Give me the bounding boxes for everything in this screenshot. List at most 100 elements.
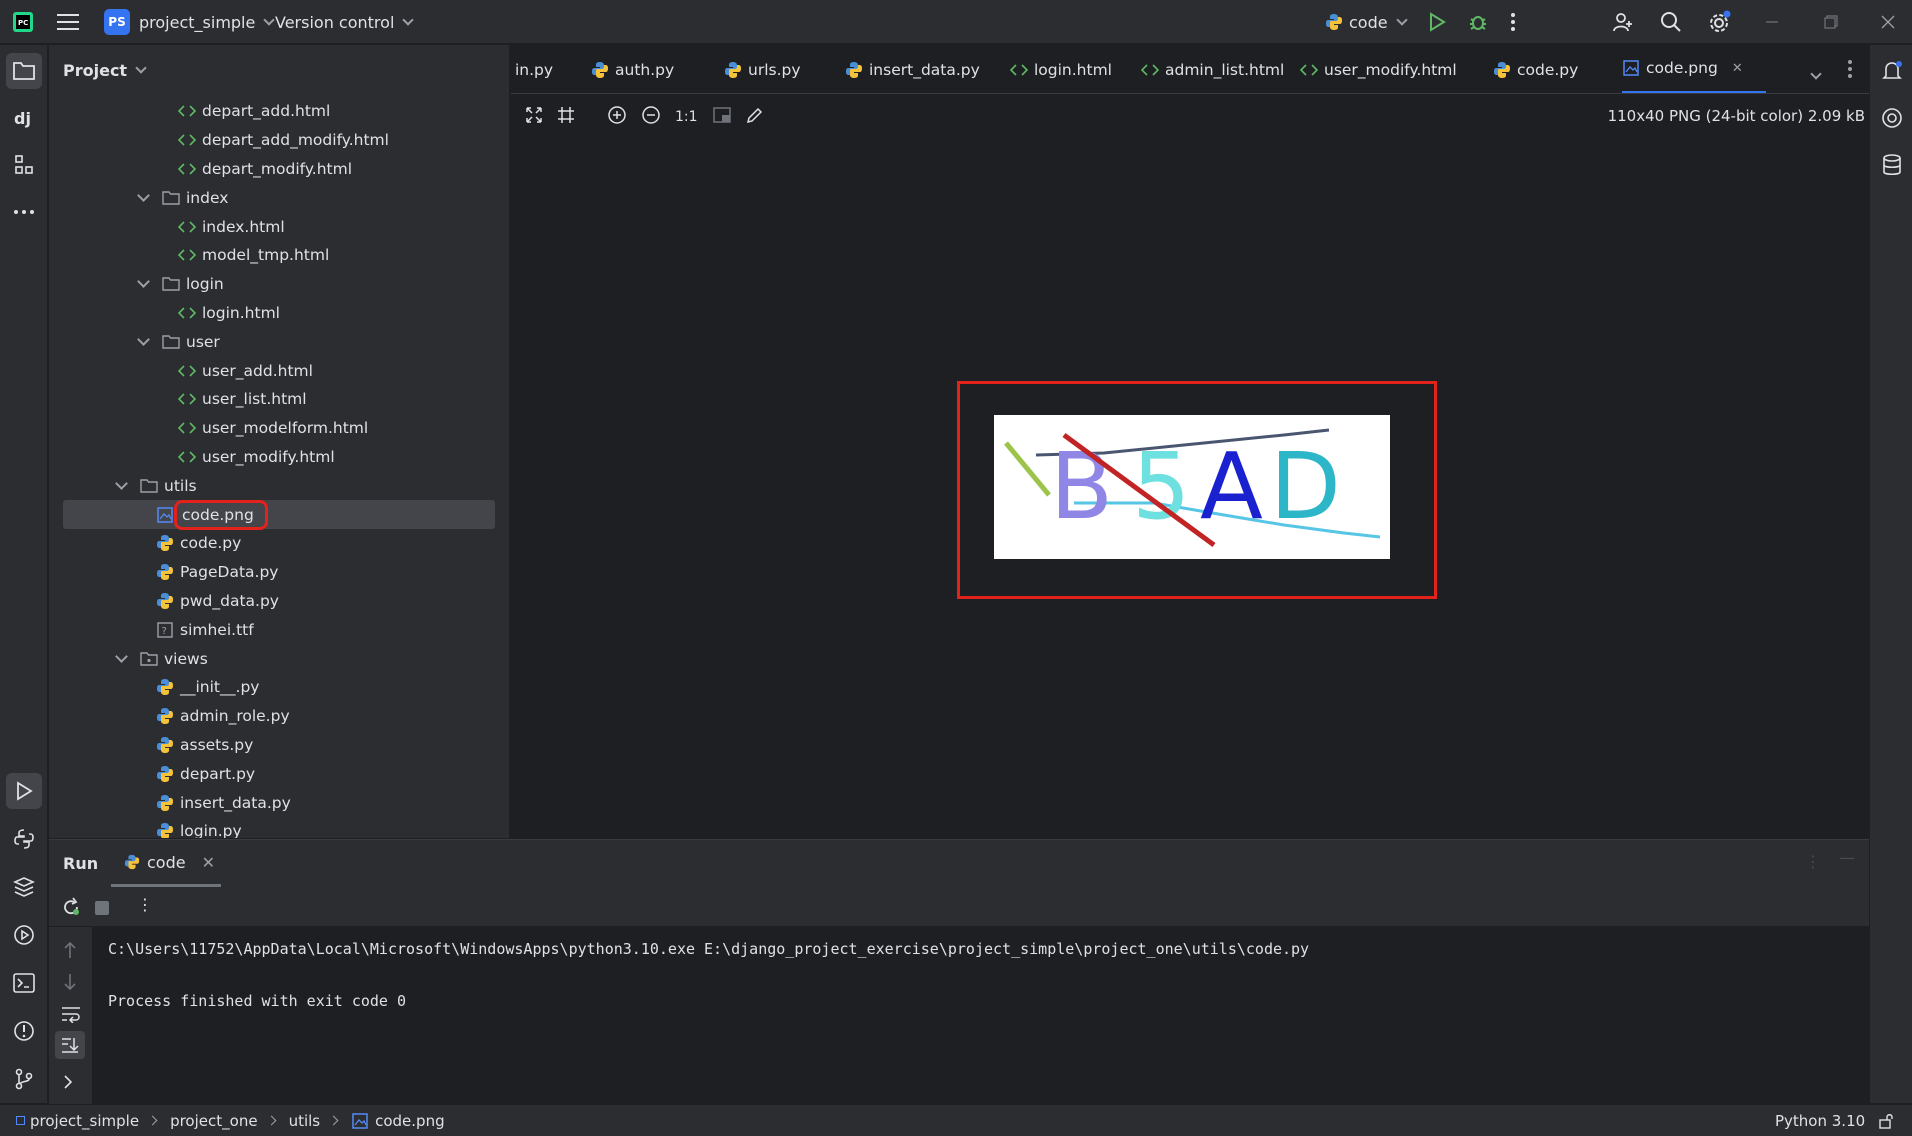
tree-item[interactable]: depart_add.html <box>49 97 495 126</box>
expand-arrow-icon[interactable] <box>137 332 150 346</box>
editor-tab[interactable]: code.py <box>1493 45 1578 93</box>
expand-arrow-icon[interactable] <box>115 476 128 490</box>
restore-window-icon[interactable] <box>1824 0 1838 44</box>
rerun-icon[interactable] <box>61 897 81 921</box>
expand-arrow-icon[interactable] <box>137 188 150 202</box>
project-switcher[interactable]: PS project_simple <box>104 0 276 44</box>
grid-icon[interactable] <box>557 106 575 128</box>
settings-gear-icon[interactable] <box>1707 0 1731 44</box>
more-tools-icon[interactable] <box>6 194 42 230</box>
tree-item[interactable]: depart_modify.html <box>49 155 495 184</box>
lock-icon[interactable] <box>1878 1113 1894 1133</box>
tree-item[interactable]: index <box>49 183 495 212</box>
breadcrumb-item[interactable]: code.png <box>351 1112 445 1130</box>
tree-item[interactable]: views <box>49 644 495 673</box>
minimize-panel-icon[interactable]: — <box>1839 848 1855 867</box>
editor-tab[interactable]: in.py <box>515 45 553 93</box>
editor-tab[interactable]: auth.py <box>591 45 674 93</box>
close-icon[interactable]: ✕ <box>1732 61 1743 76</box>
debug-button[interactable] <box>1468 0 1488 44</box>
tree-item[interactable]: login.py <box>49 817 495 838</box>
python-packages-icon[interactable] <box>6 869 42 905</box>
scroll-to-end-icon[interactable] <box>55 1031 85 1059</box>
services-icon[interactable] <box>6 917 42 953</box>
tree-item[interactable]: depart.py <box>49 759 495 788</box>
django-structure-icon[interactable]: dj <box>6 100 42 136</box>
tree-item[interactable]: user_modelform.html <box>49 414 495 443</box>
run-panel-options-icon[interactable]: ⋮ <box>1805 852 1821 871</box>
tree-item[interactable]: pwd_data.py <box>49 587 495 616</box>
tree-item[interactable]: user <box>49 327 495 356</box>
version-control-menu[interactable]: Version control <box>275 0 415 44</box>
editor-tab[interactable]: user_modify.html <box>1300 45 1457 93</box>
python-file-icon <box>845 61 863 79</box>
project-tool-icon[interactable] <box>6 53 42 89</box>
breadcrumb-item[interactable]: utils <box>289 1112 321 1130</box>
actual-size-button[interactable]: 1:1 <box>675 109 698 125</box>
tree-item[interactable]: code.py <box>49 529 495 558</box>
run-tab-code[interactable]: code ✕ <box>111 840 221 887</box>
console-output[interactable]: C:\Users\11752\AppData\Local\Microsoft\W… <box>108 936 1309 1014</box>
color-picker-icon[interactable] <box>746 106 764 128</box>
tree-item[interactable]: PageData.py <box>49 558 495 587</box>
zoom-out-icon[interactable] <box>641 105 661 129</box>
scroll-down-icon[interactable] <box>62 973 78 995</box>
editor-tab[interactable]: login.html <box>1010 45 1112 93</box>
terminal-icon[interactable] <box>6 965 42 1001</box>
tree-item[interactable]: assets.py <box>49 731 495 760</box>
tabs-more-icon[interactable] <box>1847 59 1853 83</box>
tree-item[interactable]: admin_role.py <box>49 702 495 731</box>
database-icon[interactable] <box>1874 147 1910 183</box>
close-window-icon[interactable] <box>1881 0 1895 44</box>
editor-tab[interactable]: code.png ✕ <box>1622 45 1766 93</box>
soft-wrap-icon[interactable] <box>61 1005 81 1027</box>
tree-item[interactable]: depart_add_modify.html <box>49 126 495 155</box>
editor-tab[interactable]: admin_list.html <box>1141 45 1284 93</box>
minimize-window-icon[interactable] <box>1765 0 1779 44</box>
zoom-in-icon[interactable] <box>607 105 627 129</box>
breadcrumb-item[interactable]: project_one <box>170 1112 257 1130</box>
tree-item[interactable]: login <box>49 270 495 299</box>
tree-item[interactable]: user_add.html <box>49 356 495 385</box>
tree-item[interactable]: user_modify.html <box>49 443 495 472</box>
more-actions-icon[interactable] <box>1510 0 1516 44</box>
tree-item[interactable]: utils <box>49 471 495 500</box>
scroll-up-icon[interactable] <box>62 941 78 963</box>
add-user-icon[interactable] <box>1612 0 1634 44</box>
breadcrumb-item[interactable]: project_simple <box>16 1112 139 1130</box>
editor-tab[interactable]: insert_data.py <box>845 45 980 93</box>
project-panel-header[interactable]: Project <box>63 61 147 80</box>
run-tool-icon[interactable] <box>6 773 42 809</box>
editor-tab[interactable]: urls.py <box>724 45 801 93</box>
tree-item[interactable]: user_list.html <box>49 385 495 414</box>
run-more-icon[interactable]: ⋮ <box>137 895 153 914</box>
main-menu-button[interactable] <box>57 0 79 44</box>
expand-arrow-icon[interactable] <box>115 649 128 663</box>
run-config-selector[interactable]: code <box>1325 0 1408 44</box>
python-interpreter-status[interactable]: Python 3.10 <box>1775 1112 1865 1130</box>
stop-icon[interactable] <box>95 901 109 915</box>
tree-item[interactable]: __init__.py <box>49 673 495 702</box>
editor-tab-bar: in.py auth.py urls.py insert_data.py login.h… <box>511 45 1869 94</box>
background-toggle-icon[interactable] <box>712 106 732 128</box>
tree-item[interactable]: login.html <box>49 299 495 328</box>
git-branch-icon[interactable] <box>6 1061 42 1097</box>
python-console-icon[interactable] <box>6 821 42 857</box>
notifications-bell-icon[interactable] <box>1874 53 1910 89</box>
run-button[interactable] <box>1428 0 1446 44</box>
tree-item[interactable]: code.png <box>63 499 495 530</box>
expand-arrow-icon[interactable] <box>137 275 150 289</box>
app-logo-icon[interactable]: PC <box>12 0 34 44</box>
search-icon[interactable] <box>1660 0 1682 44</box>
tree-item[interactable]: insert_data.py <box>49 788 495 817</box>
ai-assistant-icon[interactable] <box>1874 100 1910 136</box>
chevron-right-icon[interactable] <box>63 1074 73 1093</box>
tabs-overflow-chevron-icon[interactable] <box>1810 63 1822 82</box>
problems-icon[interactable] <box>6 1013 42 1049</box>
close-icon[interactable]: ✕ <box>202 853 215 872</box>
tree-item[interactable]: index.html <box>49 212 495 241</box>
tree-item[interactable]: model_tmp.html <box>49 241 495 270</box>
fit-to-window-icon[interactable] <box>525 106 543 128</box>
tree-item[interactable]: ? simhei.ttf <box>49 615 495 644</box>
structure-icon[interactable] <box>6 147 42 183</box>
